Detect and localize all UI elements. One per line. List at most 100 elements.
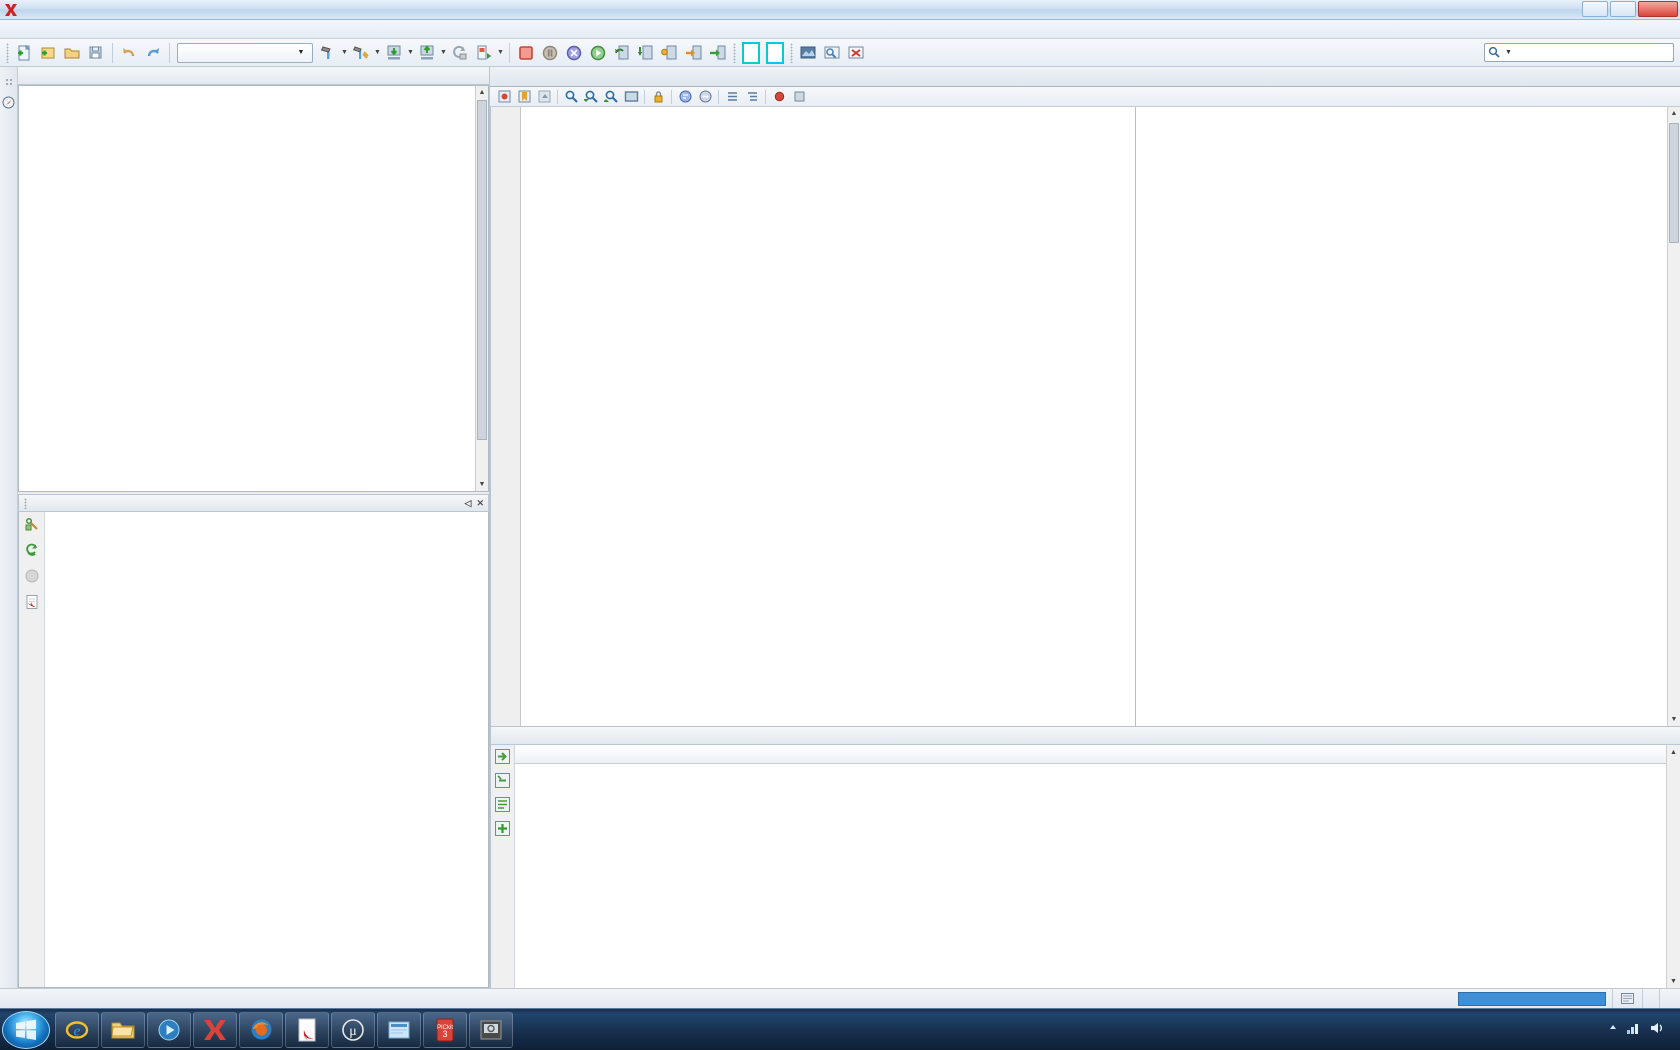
prev-bookmark-icon[interactable] — [535, 88, 553, 106]
find-next-icon[interactable] — [602, 88, 620, 106]
stop-icon[interactable] — [515, 42, 537, 64]
dashboard-tree[interactable] — [45, 512, 488, 987]
delete-all-watches-icon[interactable] — [494, 796, 511, 816]
scroll-up-arrow-icon[interactable]: ▲ — [1668, 107, 1680, 120]
pause-icon[interactable] — [539, 42, 561, 64]
menu-bar — [0, 20, 1680, 39]
volume-icon[interactable] — [1649, 1021, 1665, 1038]
step-out-icon[interactable] — [659, 42, 681, 64]
close-panel-icon[interactable]: ✕ — [476, 498, 484, 509]
new-watch-icon[interactable] — [494, 748, 511, 768]
network-icon[interactable] — [1626, 1021, 1642, 1038]
right-column: ▲ ▼ — [490, 67, 1680, 988]
run-to-cursor-icon[interactable] — [683, 42, 705, 64]
project-properties-icon[interactable] — [24, 516, 40, 535]
editor-vertical-scrollbar[interactable]: ▲ ▼ — [1667, 107, 1680, 726]
new-breakpoint-icon[interactable] — [495, 88, 513, 106]
reset-circle-icon[interactable] — [563, 42, 585, 64]
search-input[interactable]: ▼ — [1484, 43, 1674, 62]
firefox-icon[interactable] — [239, 1012, 283, 1048]
pc-status-box — [742, 42, 760, 64]
program-device-icon[interactable] — [416, 42, 438, 64]
clean-build-icon[interactable] — [350, 42, 372, 64]
comment-icon[interactable] — [676, 88, 694, 106]
continue-icon[interactable] — [587, 42, 609, 64]
build-icon[interactable] — [317, 42, 339, 64]
left-panel-tabs — [18, 67, 489, 85]
redo-icon[interactable] — [142, 42, 164, 64]
pdf-datasheet-icon[interactable] — [24, 594, 40, 613]
toggle-rect-icon[interactable] — [622, 88, 640, 106]
toolbar-grip[interactable] — [6, 43, 9, 63]
undo-icon[interactable] — [118, 42, 140, 64]
configuration-combo[interactable]: ▼ — [177, 43, 313, 63]
media-player-icon[interactable] — [147, 1012, 191, 1048]
toggle-bookmark-icon[interactable] — [515, 88, 533, 106]
shift-right-icon[interactable] — [743, 88, 761, 106]
make-and-program-icon[interactable] — [383, 42, 405, 64]
step-into-icon[interactable] — [635, 42, 657, 64]
dashboard-grip[interactable] — [24, 498, 27, 509]
watch-icon[interactable] — [821, 42, 843, 64]
mplab-ipe-icon[interactable] — [469, 1012, 513, 1048]
find-prev-icon[interactable] — [582, 88, 600, 106]
scroll-down-arrow-icon[interactable]: ▼ — [1668, 713, 1680, 726]
reset-dropdown-icon[interactable]: ▼ — [496, 42, 505, 64]
toggle-breakpoint-icon[interactable] — [770, 88, 788, 106]
code-editor[interactable]: ▲ ▼ — [490, 107, 1680, 726]
scroll-down-arrow-icon[interactable]: ▼ — [1667, 974, 1680, 988]
open-project-icon[interactable] — [61, 42, 83, 64]
scroll-down-arrow-icon[interactable]: ▼ — [476, 478, 488, 491]
explorer-folder-icon[interactable] — [101, 1012, 145, 1048]
window-icon[interactable] — [797, 42, 819, 64]
pickit3-icon[interactable]: PICkit3 — [423, 1012, 467, 1048]
maximize-button[interactable] — [1610, 1, 1636, 17]
scrollbar-thumb[interactable] — [1669, 123, 1679, 243]
variables-scrollbar[interactable]: ▲ ▼ — [1666, 745, 1680, 988]
delete-watch-icon[interactable] — [494, 772, 511, 792]
projects-scrollbar[interactable]: ▲ ▼ — [475, 86, 488, 491]
refresh-debug-icon[interactable] — [449, 42, 471, 64]
chevron-down-icon[interactable]: ▼ — [1505, 49, 1512, 56]
program-dropdown-icon[interactable]: ▼ — [439, 42, 448, 64]
show-hidden-icon[interactable] — [1607, 1022, 1619, 1037]
code-content[interactable] — [521, 107, 1680, 726]
new-project-icon[interactable] — [37, 42, 59, 64]
scroll-up-arrow-icon[interactable]: ▲ — [476, 86, 488, 99]
navigator-rail[interactable] — [0, 67, 18, 988]
mu-app-icon[interactable]: μ — [331, 1012, 375, 1048]
shift-left-icon[interactable] — [723, 88, 741, 106]
make-program-dropdown-icon[interactable]: ▼ — [406, 42, 415, 64]
lock-icon[interactable] — [649, 88, 667, 106]
register-status-box — [766, 42, 784, 64]
line-number-gutter — [491, 107, 521, 726]
new-file-icon[interactable] — [13, 42, 35, 64]
save-all-icon[interactable] — [85, 42, 107, 64]
variables-table — [515, 745, 1666, 988]
step-over-icon[interactable] — [611, 42, 633, 64]
hold-in-reset-icon[interactable] — [473, 42, 495, 64]
uncomment-icon[interactable] — [696, 88, 714, 106]
close-button[interactable] — [1638, 1, 1678, 17]
scrollbar-thumb[interactable] — [477, 100, 487, 440]
status-extra-icon[interactable] — [1612, 989, 1642, 1009]
minimize-button[interactable] — [1582, 1, 1608, 17]
set-pc-icon[interactable] — [707, 42, 729, 64]
stop-at-icon[interactable] — [790, 88, 808, 106]
minimize-panel-icon[interactable]: ◁ — [465, 498, 472, 509]
projects-tree[interactable] — [19, 86, 488, 88]
internet-explorer-icon[interactable]: e — [55, 1012, 99, 1048]
start-orb[interactable] — [2, 1011, 50, 1049]
chevron-down-icon: ▼ — [293, 44, 309, 62]
office-app-icon[interactable] — [377, 1012, 421, 1048]
close-x-icon[interactable] — [845, 42, 867, 64]
clean-build-dropdown-icon[interactable]: ▼ — [373, 42, 382, 64]
mplab-x-icon[interactable] — [193, 1012, 237, 1048]
caret-position — [1642, 989, 1659, 1009]
add-symbol-icon[interactable] — [494, 820, 511, 840]
refresh-debug-icon[interactable] — [24, 542, 40, 561]
build-dropdown-icon[interactable]: ▼ — [340, 42, 349, 64]
find-icon[interactable] — [562, 88, 580, 106]
acrobat-reader-icon[interactable] — [285, 1012, 329, 1048]
scroll-up-arrow-icon[interactable]: ▲ — [1667, 745, 1680, 759]
